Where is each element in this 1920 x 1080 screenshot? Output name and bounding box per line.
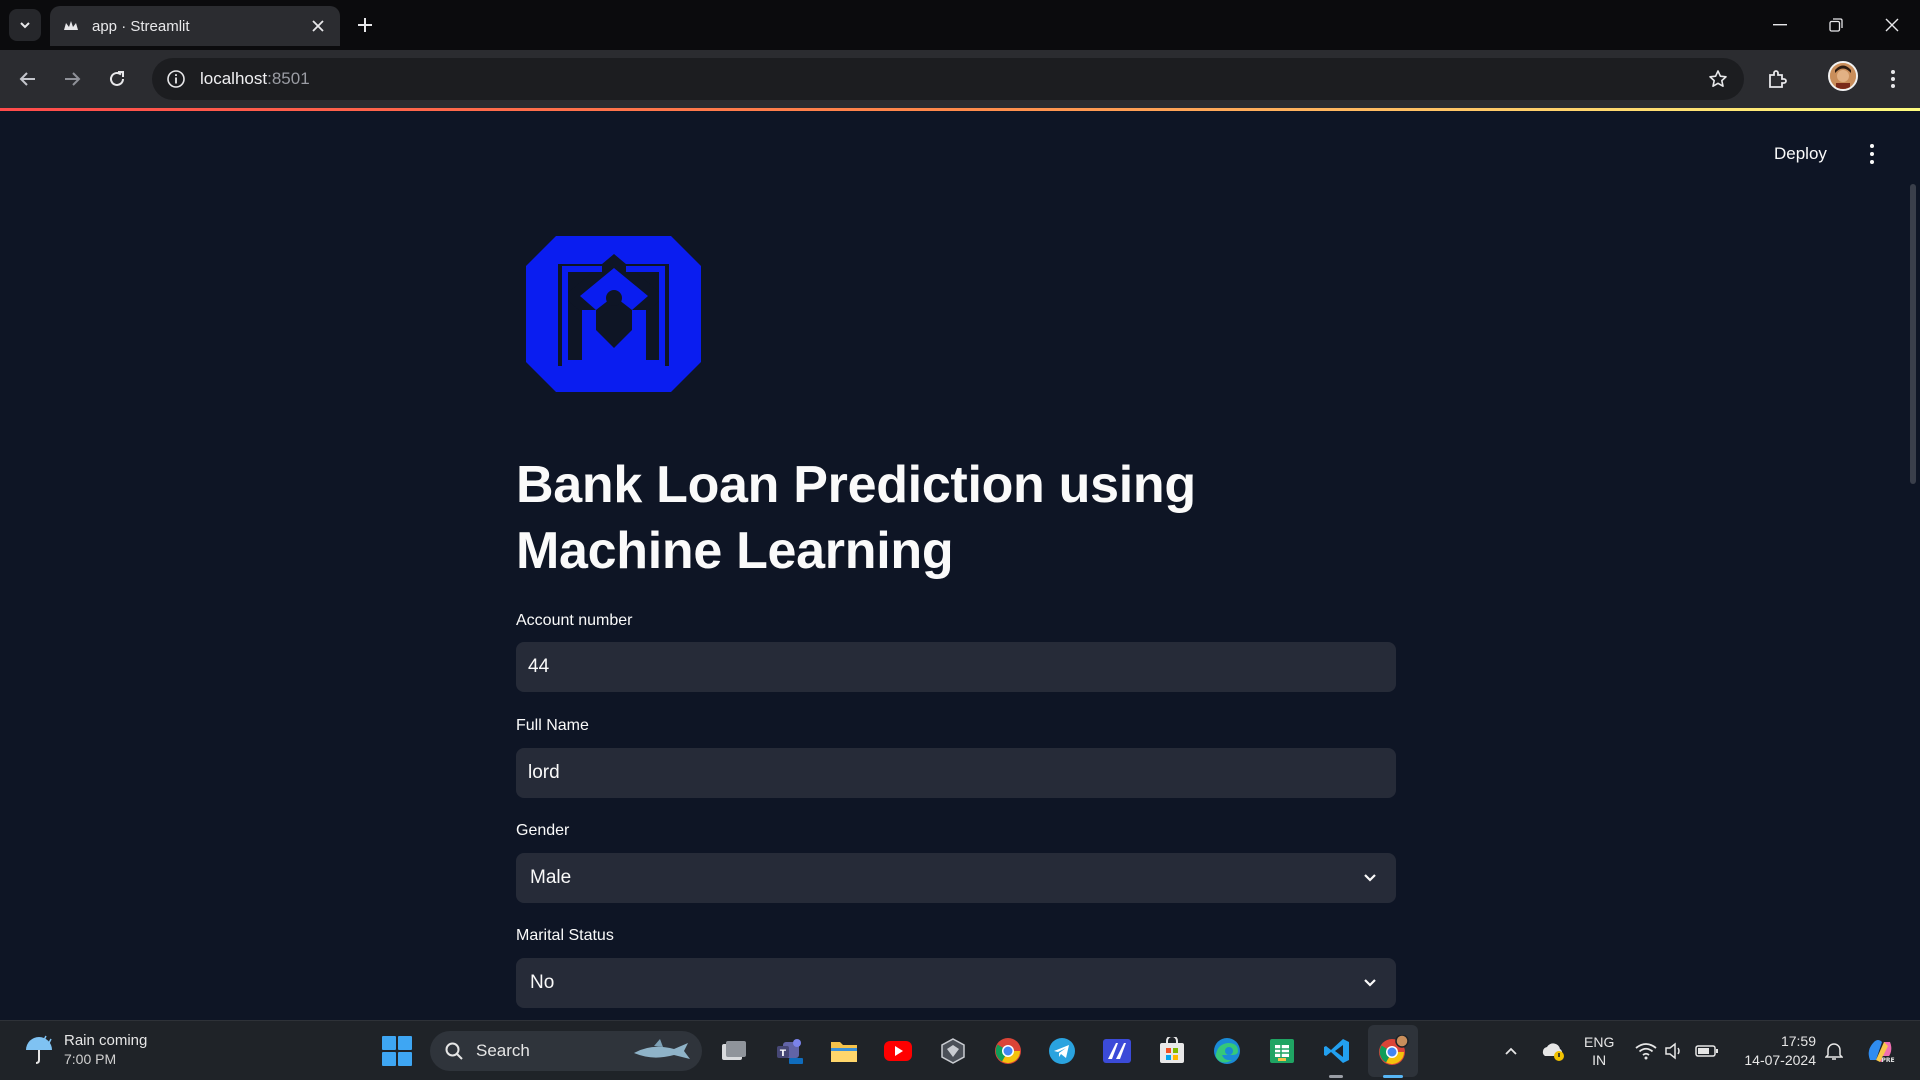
plus-icon	[358, 18, 372, 32]
sheets-app-icon[interactable]	[1266, 1035, 1298, 1067]
file-explorer-icon[interactable]	[828, 1035, 860, 1067]
search-label: Search	[476, 1041, 530, 1060]
marital-status-label: Marital Status	[516, 927, 614, 944]
deploy-button[interactable]: Deploy	[1774, 144, 1827, 164]
task-view-icon[interactable]	[718, 1035, 750, 1067]
account-number-input[interactable]: 44	[516, 642, 1396, 692]
browser-tab-bar: app · Streamlit	[0, 0, 1920, 50]
site-info-icon[interactable]	[166, 69, 186, 89]
extensions-button[interactable]	[1762, 64, 1792, 94]
new-tab-button[interactable]	[352, 12, 378, 38]
main-menu-button[interactable]	[1862, 142, 1882, 166]
minimize-icon	[1773, 24, 1787, 26]
chrome-profile-icon[interactable]	[1377, 1035, 1409, 1067]
svg-text:PRE: PRE	[1881, 1057, 1894, 1064]
vscode-running-indicator	[1329, 1075, 1343, 1078]
input-language-indicator[interactable]: ENG IN	[1584, 1033, 1614, 1069]
chevron-up-icon[interactable]	[1496, 1035, 1526, 1067]
notification-bell-icon[interactable]	[1820, 1035, 1848, 1067]
tab-close-icon[interactable]	[308, 16, 328, 36]
system-clock[interactable]: 17:59 14-07-2024	[1736, 1032, 1816, 1070]
header-decoration-bar	[0, 108, 1920, 111]
window-controls	[1752, 0, 1920, 50]
restore-button[interactable]	[1808, 0, 1864, 50]
chrome-active-indicator	[1383, 1075, 1403, 1078]
marital-status-select[interactable]: No	[516, 958, 1396, 1008]
arrow-left-icon	[19, 72, 35, 86]
more-vertical-icon	[1891, 70, 1895, 88]
teams-icon[interactable]: T	[774, 1035, 806, 1067]
arrow-right-icon	[65, 72, 81, 86]
reload-button[interactable]	[103, 65, 131, 93]
chrome-icon[interactable]	[992, 1035, 1024, 1067]
clock-time: 17:59	[1780, 1033, 1816, 1049]
profile-face-icon	[1830, 63, 1856, 89]
store-icon[interactable]	[1156, 1035, 1188, 1067]
wifi-icon[interactable]	[1632, 1035, 1660, 1067]
account-number-label: Account number	[516, 612, 633, 629]
copilot-icon[interactable]: PRE	[1864, 1035, 1896, 1067]
weather-title: Rain coming	[64, 1032, 148, 1049]
onedrive-warning-icon[interactable]	[1538, 1035, 1568, 1067]
profile-avatar[interactable]	[1828, 61, 1858, 91]
page-title: Bank Loan Prediction using Machine Learn…	[516, 456, 1196, 580]
back-button[interactable]	[14, 65, 42, 93]
bank-logo-image	[526, 236, 701, 392]
weather-widget[interactable]: Rain coming 7:00 PM	[22, 1031, 147, 1069]
reload-icon	[110, 71, 124, 86]
browser-toolbar: localhost:8501	[0, 50, 1920, 108]
close-window-button[interactable]	[1864, 0, 1920, 50]
youtube-icon[interactable]	[882, 1035, 914, 1067]
chevron-down-icon	[20, 22, 30, 29]
page-scrollbar[interactable]	[1910, 184, 1916, 484]
forward-button[interactable]	[58, 65, 86, 93]
editor-app-icon[interactable]	[1101, 1035, 1133, 1067]
lang-bottom: IN	[1592, 1052, 1607, 1068]
telegram-icon[interactable]	[1046, 1035, 1078, 1067]
gender-label: Gender	[516, 822, 570, 839]
streamlit-app: Deploy Bank Loan Prediction using Machin…	[0, 108, 1920, 1020]
start-button[interactable]	[382, 1036, 412, 1066]
full-name-label: Full Name	[516, 717, 589, 734]
desktop-app-icon[interactable]	[937, 1035, 969, 1067]
volume-icon[interactable]	[1660, 1035, 1688, 1067]
tab-search-button[interactable]	[9, 9, 41, 41]
clock-date: 14-07-2024	[1744, 1052, 1816, 1068]
gender-select-value: Male	[530, 867, 572, 888]
edge-icon[interactable]	[1211, 1035, 1243, 1067]
restore-icon	[1829, 18, 1843, 32]
umbrella-rain-icon	[26, 1035, 52, 1064]
chevron-down-icon	[1360, 868, 1380, 888]
weather-time: 7:00 PM	[64, 1051, 117, 1067]
minimize-button[interactable]	[1752, 0, 1808, 50]
shark-search-highlight-icon	[634, 1039, 690, 1059]
browser-menu-button[interactable]	[1878, 64, 1908, 94]
vscode-icon[interactable]	[1321, 1035, 1353, 1067]
marital-status-select-value: No	[530, 972, 555, 993]
battery-icon[interactable]	[1692, 1035, 1722, 1067]
full-name-input[interactable]: lord	[516, 748, 1396, 798]
lang-top: ENG	[1584, 1034, 1615, 1050]
browser-tab[interactable]: app · Streamlit	[50, 6, 340, 46]
windows-taskbar: Rain coming 7:00 PM Search T ENG IN 17:5…	[0, 1020, 1920, 1080]
svg-text:T: T	[780, 1049, 787, 1059]
url-port: :8501	[267, 69, 310, 88]
streamlit-crown-icon	[62, 17, 80, 35]
puzzle-icon	[1769, 70, 1787, 88]
tab-title: app · Streamlit	[92, 17, 190, 35]
taskbar-search[interactable]: Search	[430, 1031, 702, 1071]
address-bar[interactable]: localhost:8501	[152, 58, 1744, 100]
gender-select[interactable]: Male	[516, 853, 1396, 903]
chevron-down-icon	[1360, 973, 1380, 993]
search-icon	[445, 1042, 463, 1060]
bookmark-star-icon[interactable]	[1706, 67, 1730, 91]
url-host: localhost	[200, 69, 268, 88]
close-icon	[1885, 18, 1899, 32]
